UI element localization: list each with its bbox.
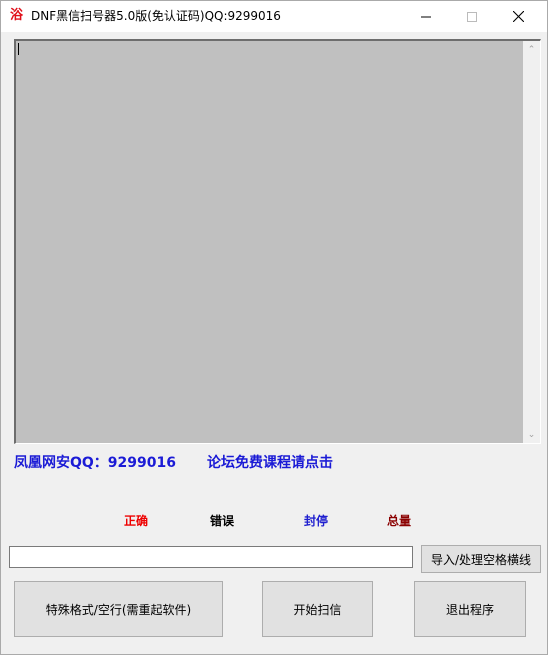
close-icon — [512, 11, 524, 22]
title-bar[interactable]: 浴 DNF黑信扫号器5.0版(免认证码)QQ:9299016 — [1, 1, 547, 32]
log-textarea[interactable]: ⌃ ⌄ — [14, 39, 541, 444]
stat-banned: 封停 — [304, 514, 329, 528]
qq-contact-label: 凤凰网安QQ：9299016 — [14, 455, 176, 471]
account-input[interactable] — [9, 546, 413, 568]
minimize-button[interactable] — [403, 1, 449, 32]
close-button[interactable] — [495, 1, 541, 32]
exit-button[interactable]: 退出程序 — [414, 581, 526, 637]
app-window: 浴 DNF黑信扫号器5.0版(免认证码)QQ:9299016 ⌃ ⌄ 凤凰网安Q… — [0, 0, 548, 655]
vertical-scrollbar[interactable]: ⌃ ⌄ — [523, 41, 540, 443]
forum-courses-link[interactable]: 论坛免费课程请点击 — [207, 454, 333, 472]
import-button[interactable]: 导入/处理空格横线 — [421, 545, 541, 573]
minimize-icon — [421, 16, 431, 17]
special-format-button[interactable]: 特殊格式/空行(需重起软件) — [14, 581, 223, 637]
start-scan-button[interactable]: 开始扫信 — [262, 581, 373, 637]
maximize-icon — [467, 11, 477, 22]
scroll-down-icon[interactable]: ⌄ — [523, 426, 540, 443]
stat-total: 总量 — [387, 514, 412, 528]
app-icon: 浴 — [10, 8, 24, 23]
scroll-up-icon[interactable]: ⌃ — [523, 41, 540, 58]
stat-error: 错误 — [210, 514, 235, 528]
maximize-button[interactable] — [449, 1, 495, 32]
window-title: DNF黑信扫号器5.0版(免认证码)QQ:9299016 — [31, 9, 281, 23]
text-caret — [18, 43, 19, 55]
stat-correct: 正确 — [124, 514, 149, 528]
